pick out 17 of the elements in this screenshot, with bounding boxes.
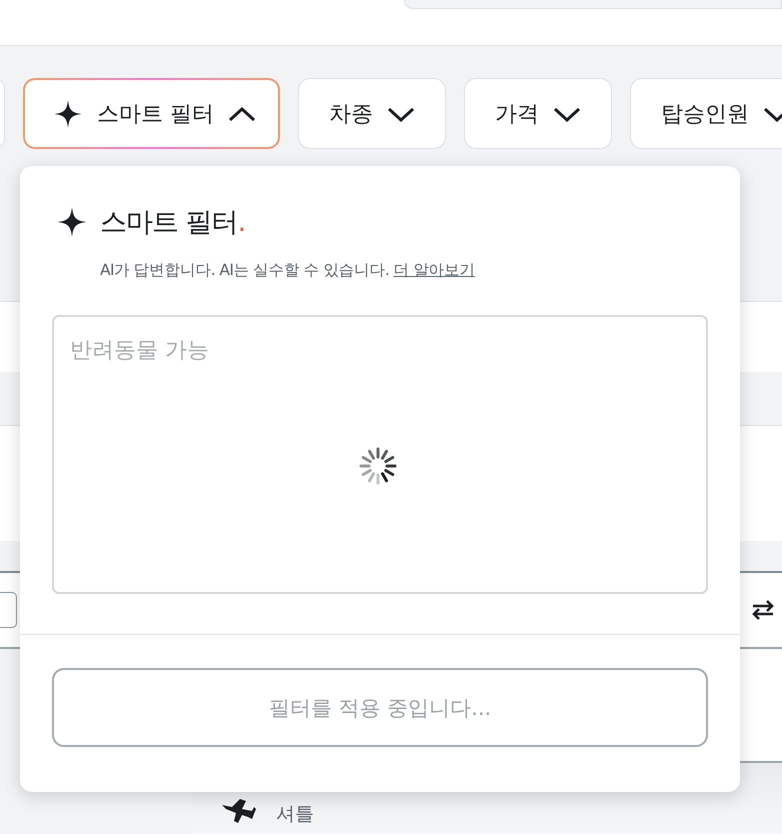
side-button[interactable] [0, 592, 17, 628]
smart-filter-button[interactable]: 스마트 필터 [23, 78, 280, 149]
ai-notice: AI가 답변합니다. AI는 실수할 수 있습니다. 더 알아보기 [100, 260, 476, 281]
filter-button[interactable]: 가격 [464, 78, 612, 149]
filter-button[interactable]: 차종 [298, 78, 446, 149]
learn-more-link[interactable]: 더 알아보기 [394, 261, 475, 279]
panel-title: 스마트 필터. [100, 206, 246, 240]
filter-button[interactable]: 탑승인원 [630, 78, 782, 149]
chevron-down-icon [553, 106, 581, 122]
airplane-icon [220, 797, 256, 825]
chevron-up-icon [228, 106, 256, 122]
chevron-down-icon [387, 106, 415, 122]
filter-input-field[interactable]: 반려동물 가능 [52, 315, 708, 594]
shuttle-label: 셔틀 [276, 802, 314, 827]
search-field[interactable] [404, 0, 782, 9]
swap-arrows-icon[interactable] [750, 599, 776, 621]
sparkle-icon [56, 206, 88, 238]
